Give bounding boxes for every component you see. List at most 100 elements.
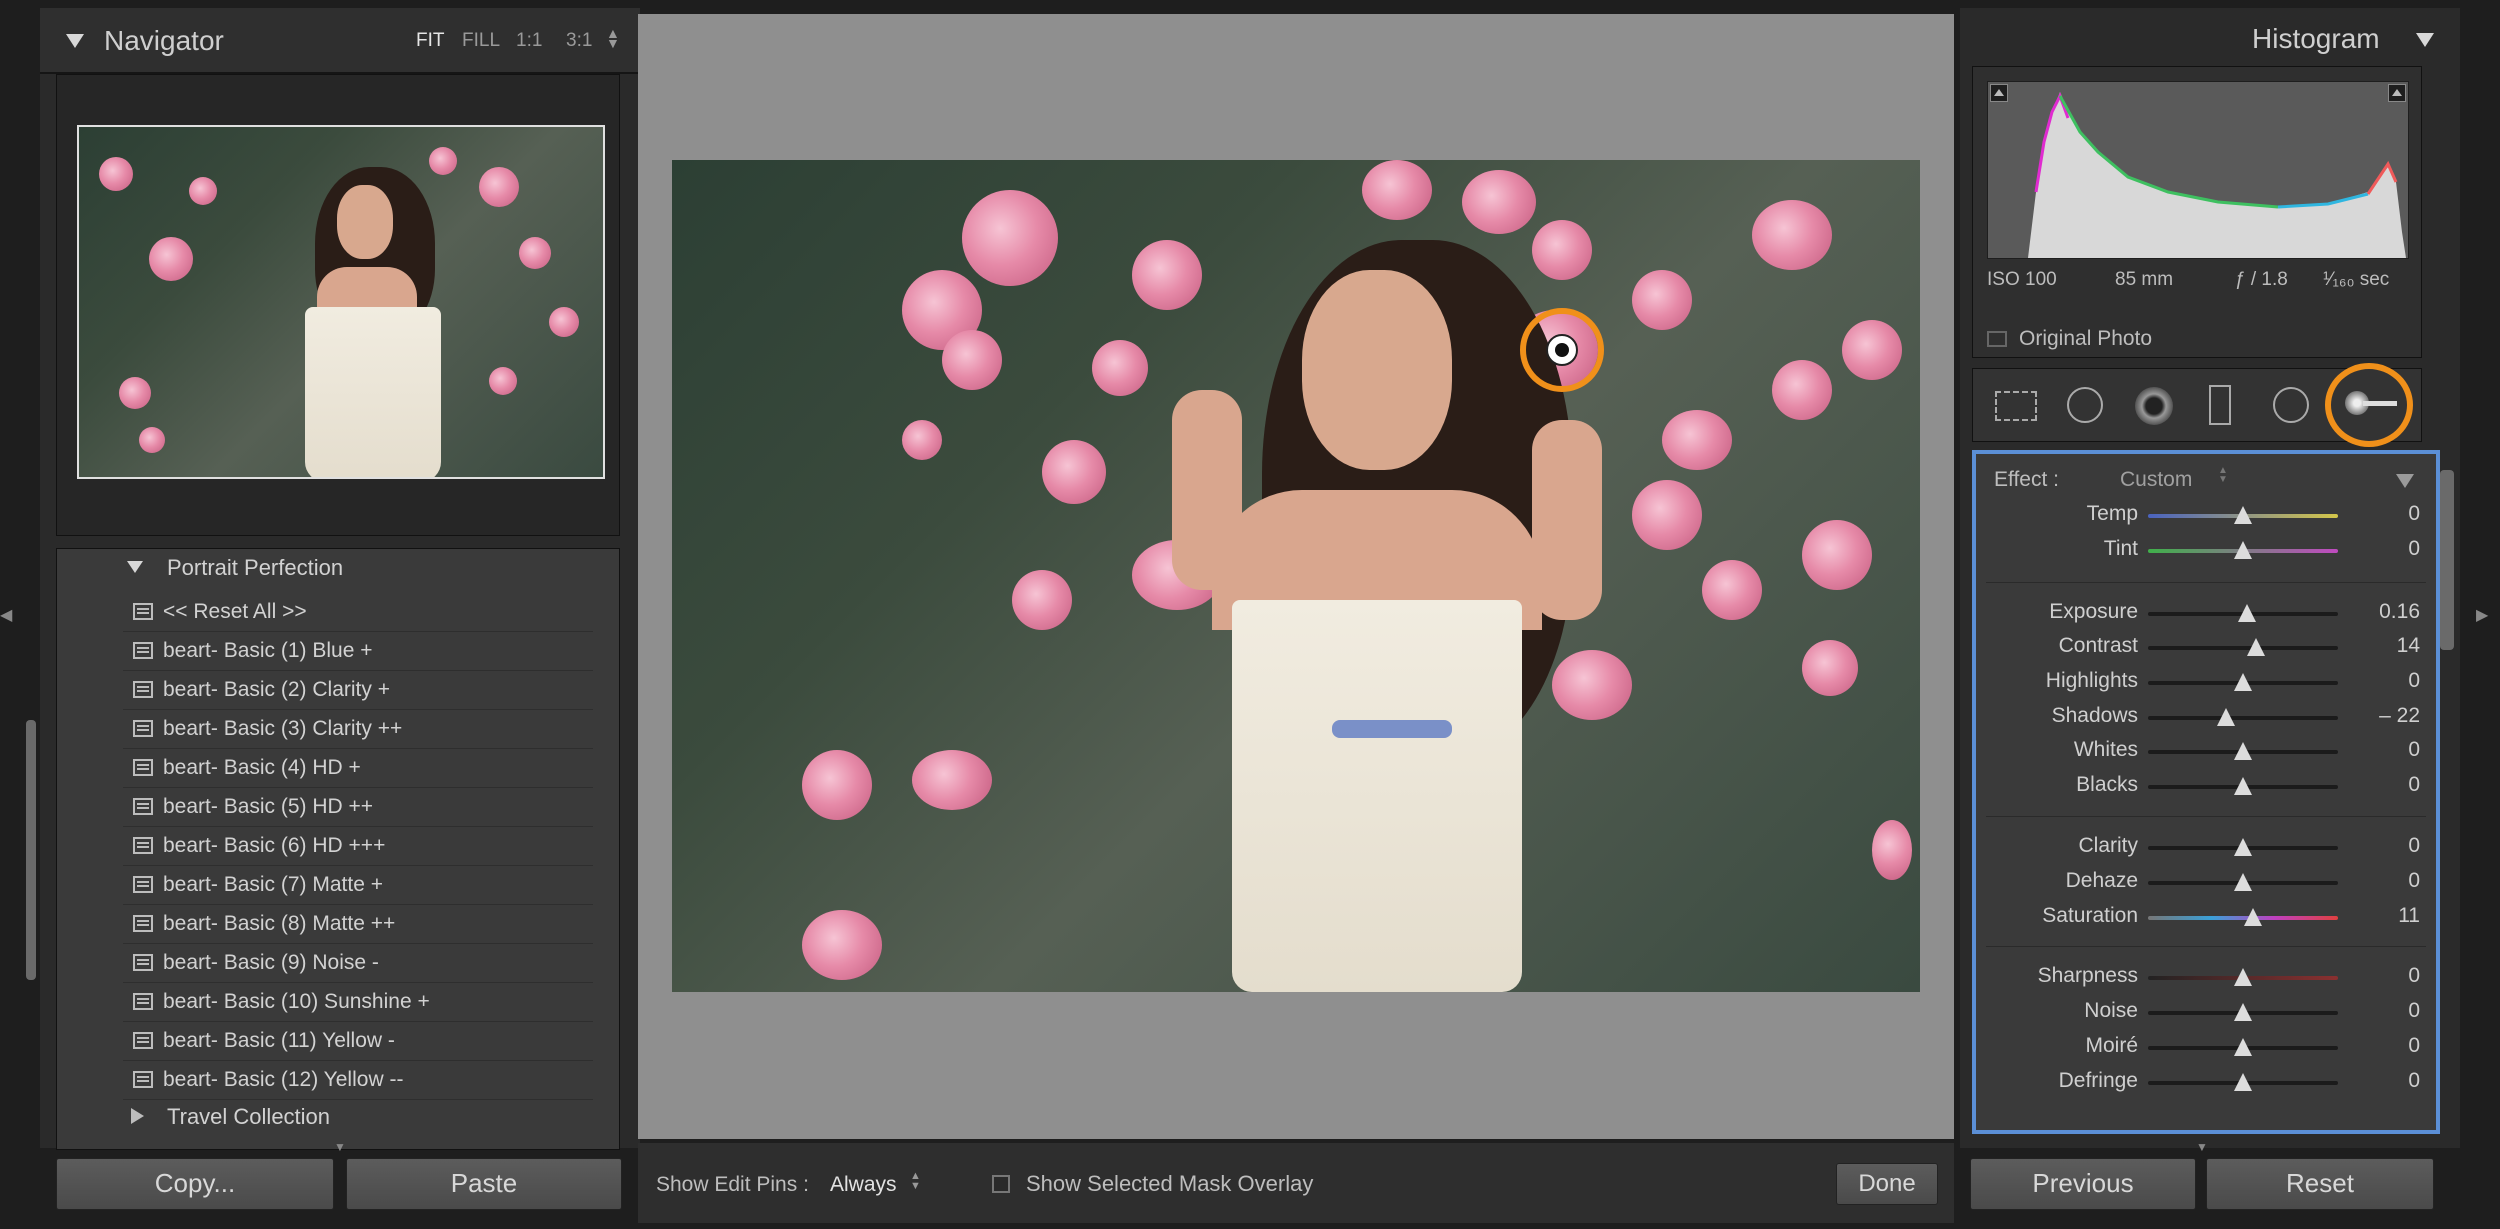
slider-value[interactable]: 0 xyxy=(2408,964,2420,988)
effect-select[interactable]: Custom xyxy=(2120,468,2192,492)
preset-item[interactable]: beart- Basic (2) Clarity + xyxy=(123,671,593,710)
slider-thumb[interactable] xyxy=(2234,506,2252,524)
histogram-graph[interactable] xyxy=(1987,81,2409,259)
slider-track[interactable] xyxy=(2148,777,2338,795)
preset-group-portrait-perfection[interactable]: Portrait Perfection xyxy=(167,555,343,581)
navigator-thumbnail[interactable] xyxy=(77,125,605,479)
collapse-triangle-icon[interactable] xyxy=(66,34,84,48)
original-photo-checkbox[interactable] xyxy=(1987,331,2007,347)
left-panel-toggle-icon[interactable]: ◀ xyxy=(0,605,12,625)
paste-button[interactable]: Paste xyxy=(346,1158,622,1210)
mask-overlay-checkbox[interactable] xyxy=(992,1175,1010,1193)
highlight-clipping-icon[interactable] xyxy=(2388,84,2406,102)
slider-track[interactable] xyxy=(2148,968,2338,986)
preset-group-travel-collection[interactable]: Travel Collection xyxy=(167,1104,330,1130)
navigator-header[interactable]: Navigator FIT FILL 1:1 3:1 ▲ ▼ xyxy=(40,8,640,74)
slider-value[interactable]: 0 xyxy=(2408,869,2420,893)
preset-item[interactable]: beart- Basic (12) Yellow -- xyxy=(123,1061,593,1100)
zoom-3-1[interactable]: 3:1 xyxy=(566,30,592,52)
slider-track[interactable] xyxy=(2148,873,2338,891)
preset-item[interactable]: beart- Basic (10) Sunshine + xyxy=(123,983,593,1022)
preset-item[interactable]: beart- Basic (11) Yellow - xyxy=(123,1022,593,1061)
preset-item[interactable]: beart- Basic (3) Clarity ++ xyxy=(123,710,593,749)
slider-thumb[interactable] xyxy=(2234,873,2252,891)
slider-value[interactable]: 0 xyxy=(2408,502,2420,526)
preset-item[interactable]: beart- Basic (8) Matte ++ xyxy=(123,905,593,944)
slider-value[interactable]: 0 xyxy=(2408,738,2420,762)
slider-thumb[interactable] xyxy=(2247,638,2266,656)
slider-thumb[interactable] xyxy=(2234,838,2252,856)
slider-thumb[interactable] xyxy=(2234,1003,2252,1021)
red-eye-icon[interactable] xyxy=(2135,387,2173,425)
preset-item[interactable]: beart- Basic (9) Noise - xyxy=(123,944,593,983)
left-scrollbar[interactable] xyxy=(26,720,36,980)
slider-thumb[interactable] xyxy=(2243,908,2262,926)
graduated-filter-icon[interactable] xyxy=(2209,385,2231,425)
slider-track[interactable] xyxy=(2148,742,2338,760)
slider-thumb[interactable] xyxy=(2237,604,2256,622)
slider-track[interactable] xyxy=(2148,1073,2338,1091)
preset-item[interactable]: beart- Basic (7) Matte + xyxy=(123,866,593,905)
slider-value[interactable]: 14 xyxy=(2397,634,2420,658)
slider-thumb[interactable] xyxy=(2234,777,2252,795)
histogram-collapse-icon[interactable] xyxy=(2416,33,2434,47)
slider-value[interactable]: 0 xyxy=(2408,773,2420,797)
main-photo[interactable] xyxy=(672,160,1920,992)
slider-track[interactable] xyxy=(2148,908,2338,926)
previous-button[interactable]: Previous xyxy=(1970,1158,2196,1210)
preset-item[interactable]: << Reset All >> xyxy=(123,593,593,632)
right-panel-toggle-icon[interactable]: ▶ xyxy=(2476,605,2488,625)
slider-value[interactable]: 0 xyxy=(2408,537,2420,561)
slider-thumb[interactable] xyxy=(2234,1038,2252,1056)
zoom-fill[interactable]: FILL xyxy=(462,30,500,52)
left-panel-bottom-arrow-icon[interactable]: ▼ xyxy=(334,1140,346,1154)
slider-value[interactable]: 0 xyxy=(2408,1034,2420,1058)
slider-track[interactable] xyxy=(2148,1038,2338,1056)
slider-value[interactable]: – 22 xyxy=(2379,704,2420,728)
slider-track[interactable] xyxy=(2148,506,2338,524)
slider-thumb[interactable] xyxy=(2234,673,2252,691)
radial-filter-icon[interactable] xyxy=(2273,387,2309,423)
select-stepper-icon[interactable]: ▲ ▼ xyxy=(910,1171,921,1192)
preset-item[interactable]: beart- Basic (1) Blue + xyxy=(123,632,593,671)
preset-item[interactable]: beart- Basic (4) HD + xyxy=(123,749,593,788)
slider-thumb[interactable] xyxy=(2234,541,2252,559)
right-panel-bottom-arrow-icon[interactable]: ▼ xyxy=(2196,1140,2208,1154)
slider-track[interactable] xyxy=(2148,638,2338,656)
zoom-fit[interactable]: FIT xyxy=(416,30,445,52)
group-expanded-triangle-icon[interactable] xyxy=(127,561,143,573)
effect-stepper-icon[interactable]: ▲ ▼ xyxy=(2218,466,2228,485)
slider-value[interactable]: 0 xyxy=(2408,669,2420,693)
preset-item[interactable]: beart- Basic (6) HD +++ xyxy=(123,827,593,866)
slider-thumb[interactable] xyxy=(2234,1073,2252,1091)
slider-value[interactable]: 0 xyxy=(2408,834,2420,858)
effect-collapse-icon[interactable] xyxy=(2396,474,2414,488)
image-canvas[interactable] xyxy=(638,14,1954,1139)
group-collapsed-triangle-icon[interactable] xyxy=(131,1108,144,1124)
crop-overlay-icon[interactable] xyxy=(1995,391,2037,421)
copy-button[interactable]: Copy... xyxy=(56,1158,334,1210)
slider-track[interactable] xyxy=(2148,673,2338,691)
zoom-stepper-icon[interactable]: ▲ ▼ xyxy=(606,26,620,50)
zoom-1-1[interactable]: 1:1 xyxy=(516,30,542,52)
show-edit-pins-select[interactable]: Always xyxy=(830,1173,897,1197)
slider-track[interactable] xyxy=(2148,541,2338,559)
done-button[interactable]: Done xyxy=(1836,1163,1938,1205)
slider-thumb[interactable] xyxy=(2234,742,2252,760)
slider-thumb[interactable] xyxy=(2216,708,2235,726)
spot-removal-icon[interactable] xyxy=(2067,387,2103,423)
slider-value[interactable]: 0.16 xyxy=(2379,600,2420,624)
slider-track[interactable] xyxy=(2148,604,2338,622)
slider-track[interactable] xyxy=(2148,1003,2338,1021)
slider-value[interactable]: 0 xyxy=(2408,1069,2420,1093)
slider-track[interactable] xyxy=(2148,838,2338,856)
right-scrollbar[interactable] xyxy=(2440,470,2454,650)
edit-pin-icon[interactable] xyxy=(1546,334,1578,366)
preset-item[interactable]: beart- Basic (5) HD ++ xyxy=(123,788,593,827)
slider-value[interactable]: 0 xyxy=(2408,999,2420,1023)
slider-track[interactable] xyxy=(2148,708,2338,726)
slider-value[interactable]: 11 xyxy=(2398,904,2420,928)
reset-button[interactable]: Reset xyxy=(2206,1158,2434,1210)
shadow-clipping-icon[interactable] xyxy=(1990,84,2008,102)
slider-thumb[interactable] xyxy=(2234,968,2252,986)
